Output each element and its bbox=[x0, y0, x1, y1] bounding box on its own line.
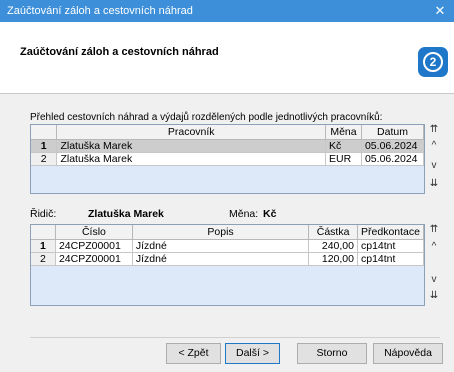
row-number-header bbox=[31, 125, 58, 140]
currency-cell[interactable]: EUR bbox=[325, 152, 362, 166]
wizard-header: Zaúčtování záloh a cestovních náhrad 2 bbox=[0, 22, 454, 94]
workers-grid[interactable]: Pracovník Měna Datum 1 Zlatuška Marek Kč… bbox=[30, 124, 425, 194]
previous-record-icon[interactable]: ^ bbox=[425, 140, 443, 151]
row-number: 2 bbox=[31, 152, 58, 166]
next-button[interactable]: Další > bbox=[225, 343, 280, 364]
first-record-icon[interactable]: ⇈ bbox=[425, 124, 443, 135]
logo-glyph: 2 bbox=[423, 52, 443, 72]
column-header-number[interactable]: Číslo bbox=[55, 225, 133, 240]
currency-value: Kč bbox=[263, 208, 277, 220]
previous-record-icon[interactable]: ^ bbox=[425, 241, 443, 252]
first-record-icon[interactable]: ⇈ bbox=[425, 224, 443, 235]
worker-cell[interactable]: Zlatuška Marek bbox=[56, 139, 326, 153]
items-grid[interactable]: Číslo Popis Částka Předkontace 1 24CPZ00… bbox=[30, 224, 425, 306]
column-header-currency[interactable]: Měna bbox=[325, 125, 362, 140]
number-cell[interactable]: 24CPZ00001 bbox=[55, 239, 133, 253]
amount-cell[interactable]: 240,00 bbox=[308, 239, 358, 253]
currency-cell[interactable]: Kč bbox=[325, 139, 362, 153]
last-record-icon[interactable]: ⇊ bbox=[425, 290, 443, 301]
number-cell[interactable]: 24CPZ00001 bbox=[55, 252, 133, 266]
worker-cell[interactable]: Zlatuška Marek bbox=[56, 152, 326, 166]
cancel-button[interactable]: Storno bbox=[297, 343, 367, 364]
page-title: Zaúčtování záloh a cestovních náhrad bbox=[20, 46, 219, 58]
amount-cell[interactable]: 120,00 bbox=[308, 252, 358, 266]
title-bar: Zaúčtování záloh a cestovních náhrad ✕ bbox=[0, 0, 454, 22]
driver-label: Řidič: bbox=[30, 208, 57, 220]
description-cell[interactable]: Jízdné bbox=[132, 252, 310, 266]
table-row[interactable]: 1 24CPZ00001 Jízdné 240,00 cp14tnt bbox=[31, 239, 424, 253]
window-title: Zaúčtování záloh a cestovních náhrad bbox=[7, 5, 193, 17]
next-record-icon[interactable]: v bbox=[425, 274, 443, 285]
description-cell[interactable]: Jízdné bbox=[132, 239, 310, 253]
workers-grid-nav: ⇈ ^ v ⇊ bbox=[425, 124, 443, 194]
column-header-amount[interactable]: Částka bbox=[308, 225, 358, 240]
row-number: 2 bbox=[31, 252, 56, 266]
table-row[interactable]: 2 Zlatuška Marek EUR 05.06.2024 bbox=[31, 152, 425, 166]
back-button[interactable]: < Zpět bbox=[166, 343, 221, 364]
row-number: 1 bbox=[31, 239, 56, 253]
row-number-header bbox=[31, 225, 56, 240]
driver-name: Zlatuška Marek bbox=[88, 208, 164, 220]
precontact-cell[interactable]: cp14tnt bbox=[357, 239, 424, 253]
table-row[interactable]: 1 Zlatuška Marek Kč 05.06.2024 bbox=[31, 139, 425, 153]
column-header-precontact[interactable]: Předkontace bbox=[357, 225, 424, 240]
table-row[interactable]: 2 24CPZ00001 Jízdné 120,00 cp14tnt bbox=[31, 252, 424, 266]
description-text: Přehled cestovních náhrad a výdajů rozdě… bbox=[30, 112, 383, 123]
date-cell[interactable]: 05.06.2024 bbox=[361, 152, 425, 166]
next-record-icon[interactable]: v bbox=[425, 160, 443, 171]
precontact-cell[interactable]: cp14tnt bbox=[357, 252, 424, 266]
column-header-description[interactable]: Popis bbox=[132, 225, 310, 240]
app-logo-icon: 2 bbox=[418, 47, 448, 77]
currency-label: Měna: bbox=[229, 208, 259, 220]
button-bar-separator bbox=[30, 337, 440, 338]
close-icon[interactable]: ✕ bbox=[426, 0, 454, 22]
help-button[interactable]: Nápověda bbox=[373, 343, 443, 364]
last-record-icon[interactable]: ⇊ bbox=[425, 178, 443, 189]
items-grid-nav: ⇈ ^ v ⇊ bbox=[425, 224, 443, 306]
date-cell[interactable]: 05.06.2024 bbox=[361, 139, 425, 153]
column-header-date[interactable]: Datum bbox=[361, 125, 425, 140]
column-header-worker[interactable]: Pracovník bbox=[56, 125, 326, 140]
row-number: 1 bbox=[31, 139, 58, 153]
